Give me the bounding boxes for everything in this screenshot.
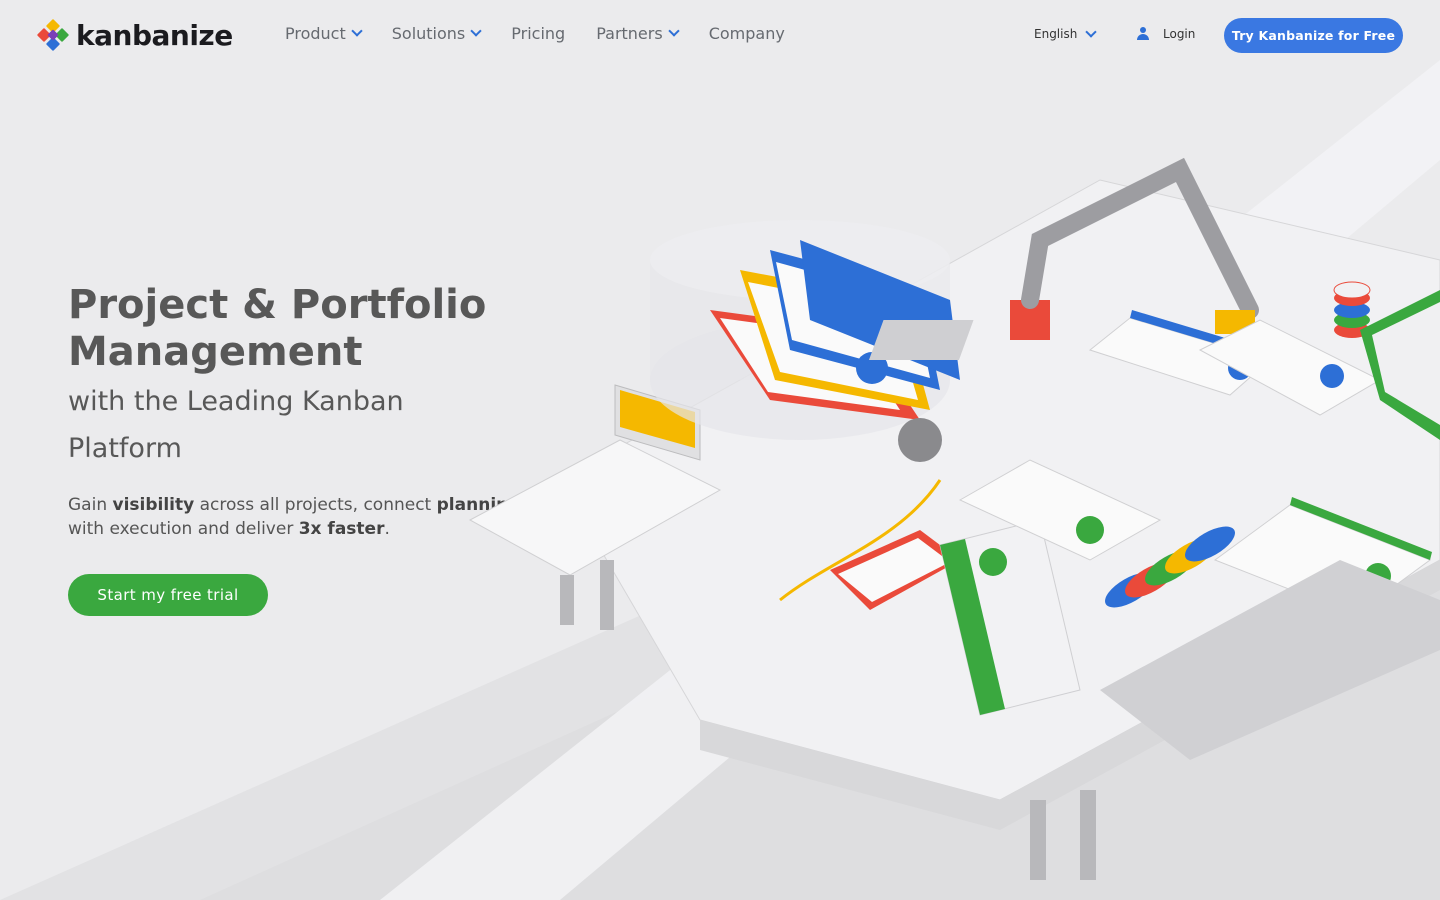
nav-company-label: Company	[708, 24, 785, 43]
logo-text: kanbanize	[76, 18, 233, 52]
nav-partners[interactable]: Partners	[596, 24, 680, 43]
desc-text: with execution and deliver	[68, 519, 299, 539]
start-free-trial-button[interactable]: Start my free trial	[68, 574, 268, 616]
nav-pricing[interactable]: Pricing	[511, 24, 565, 43]
logo-icon	[36, 17, 72, 53]
nav-company[interactable]: Company	[709, 24, 785, 43]
language-selector[interactable]: English	[1034, 25, 1098, 41]
desc-bold: visibility	[112, 495, 195, 515]
hero-subtitle-line1: with the Leading Kanban	[68, 386, 404, 417]
kanban-factory-illustration	[468, 157, 1440, 880]
chevron-down-icon	[1085, 25, 1098, 38]
desc-text: .	[384, 519, 390, 539]
nav-solutions[interactable]: Solutions	[391, 24, 482, 43]
hero-title-line1: Project & Portfolio	[68, 282, 487, 328]
hero-subtitle: with the Leading Kanban Platform	[68, 378, 488, 472]
nav-partners-label: Partners	[596, 24, 663, 43]
try-free-button[interactable]: Try Kanbanize for Free	[1224, 18, 1403, 53]
desc-text: Gain	[68, 495, 113, 515]
chevron-down-icon	[470, 25, 482, 37]
hero-subtitle-line2: Platform	[68, 433, 182, 464]
login-link[interactable]: Login	[1136, 27, 1195, 41]
hero-title-line2: Management	[68, 329, 363, 375]
desc-bold: 3x faster	[298, 519, 385, 539]
login-label: Login	[1163, 27, 1196, 41]
nav-product-label: Product	[285, 24, 346, 43]
chevron-down-icon	[668, 25, 680, 37]
chevron-down-icon	[351, 25, 363, 37]
logo[interactable]: kanbanize	[36, 17, 233, 53]
hero-title: Project & Portfolio Management	[68, 282, 498, 376]
hero-illustration	[440, 60, 1440, 900]
main-nav: Product Solutions Pricing Partners Compa…	[285, 24, 816, 43]
user-icon	[1136, 27, 1150, 41]
nav-product[interactable]: Product	[285, 24, 363, 43]
nav-solutions-label: Solutions	[391, 24, 466, 43]
nav-pricing-label: Pricing	[511, 24, 566, 43]
desc-text: across all projects, connect	[194, 495, 437, 515]
language-label: English	[1034, 27, 1078, 41]
